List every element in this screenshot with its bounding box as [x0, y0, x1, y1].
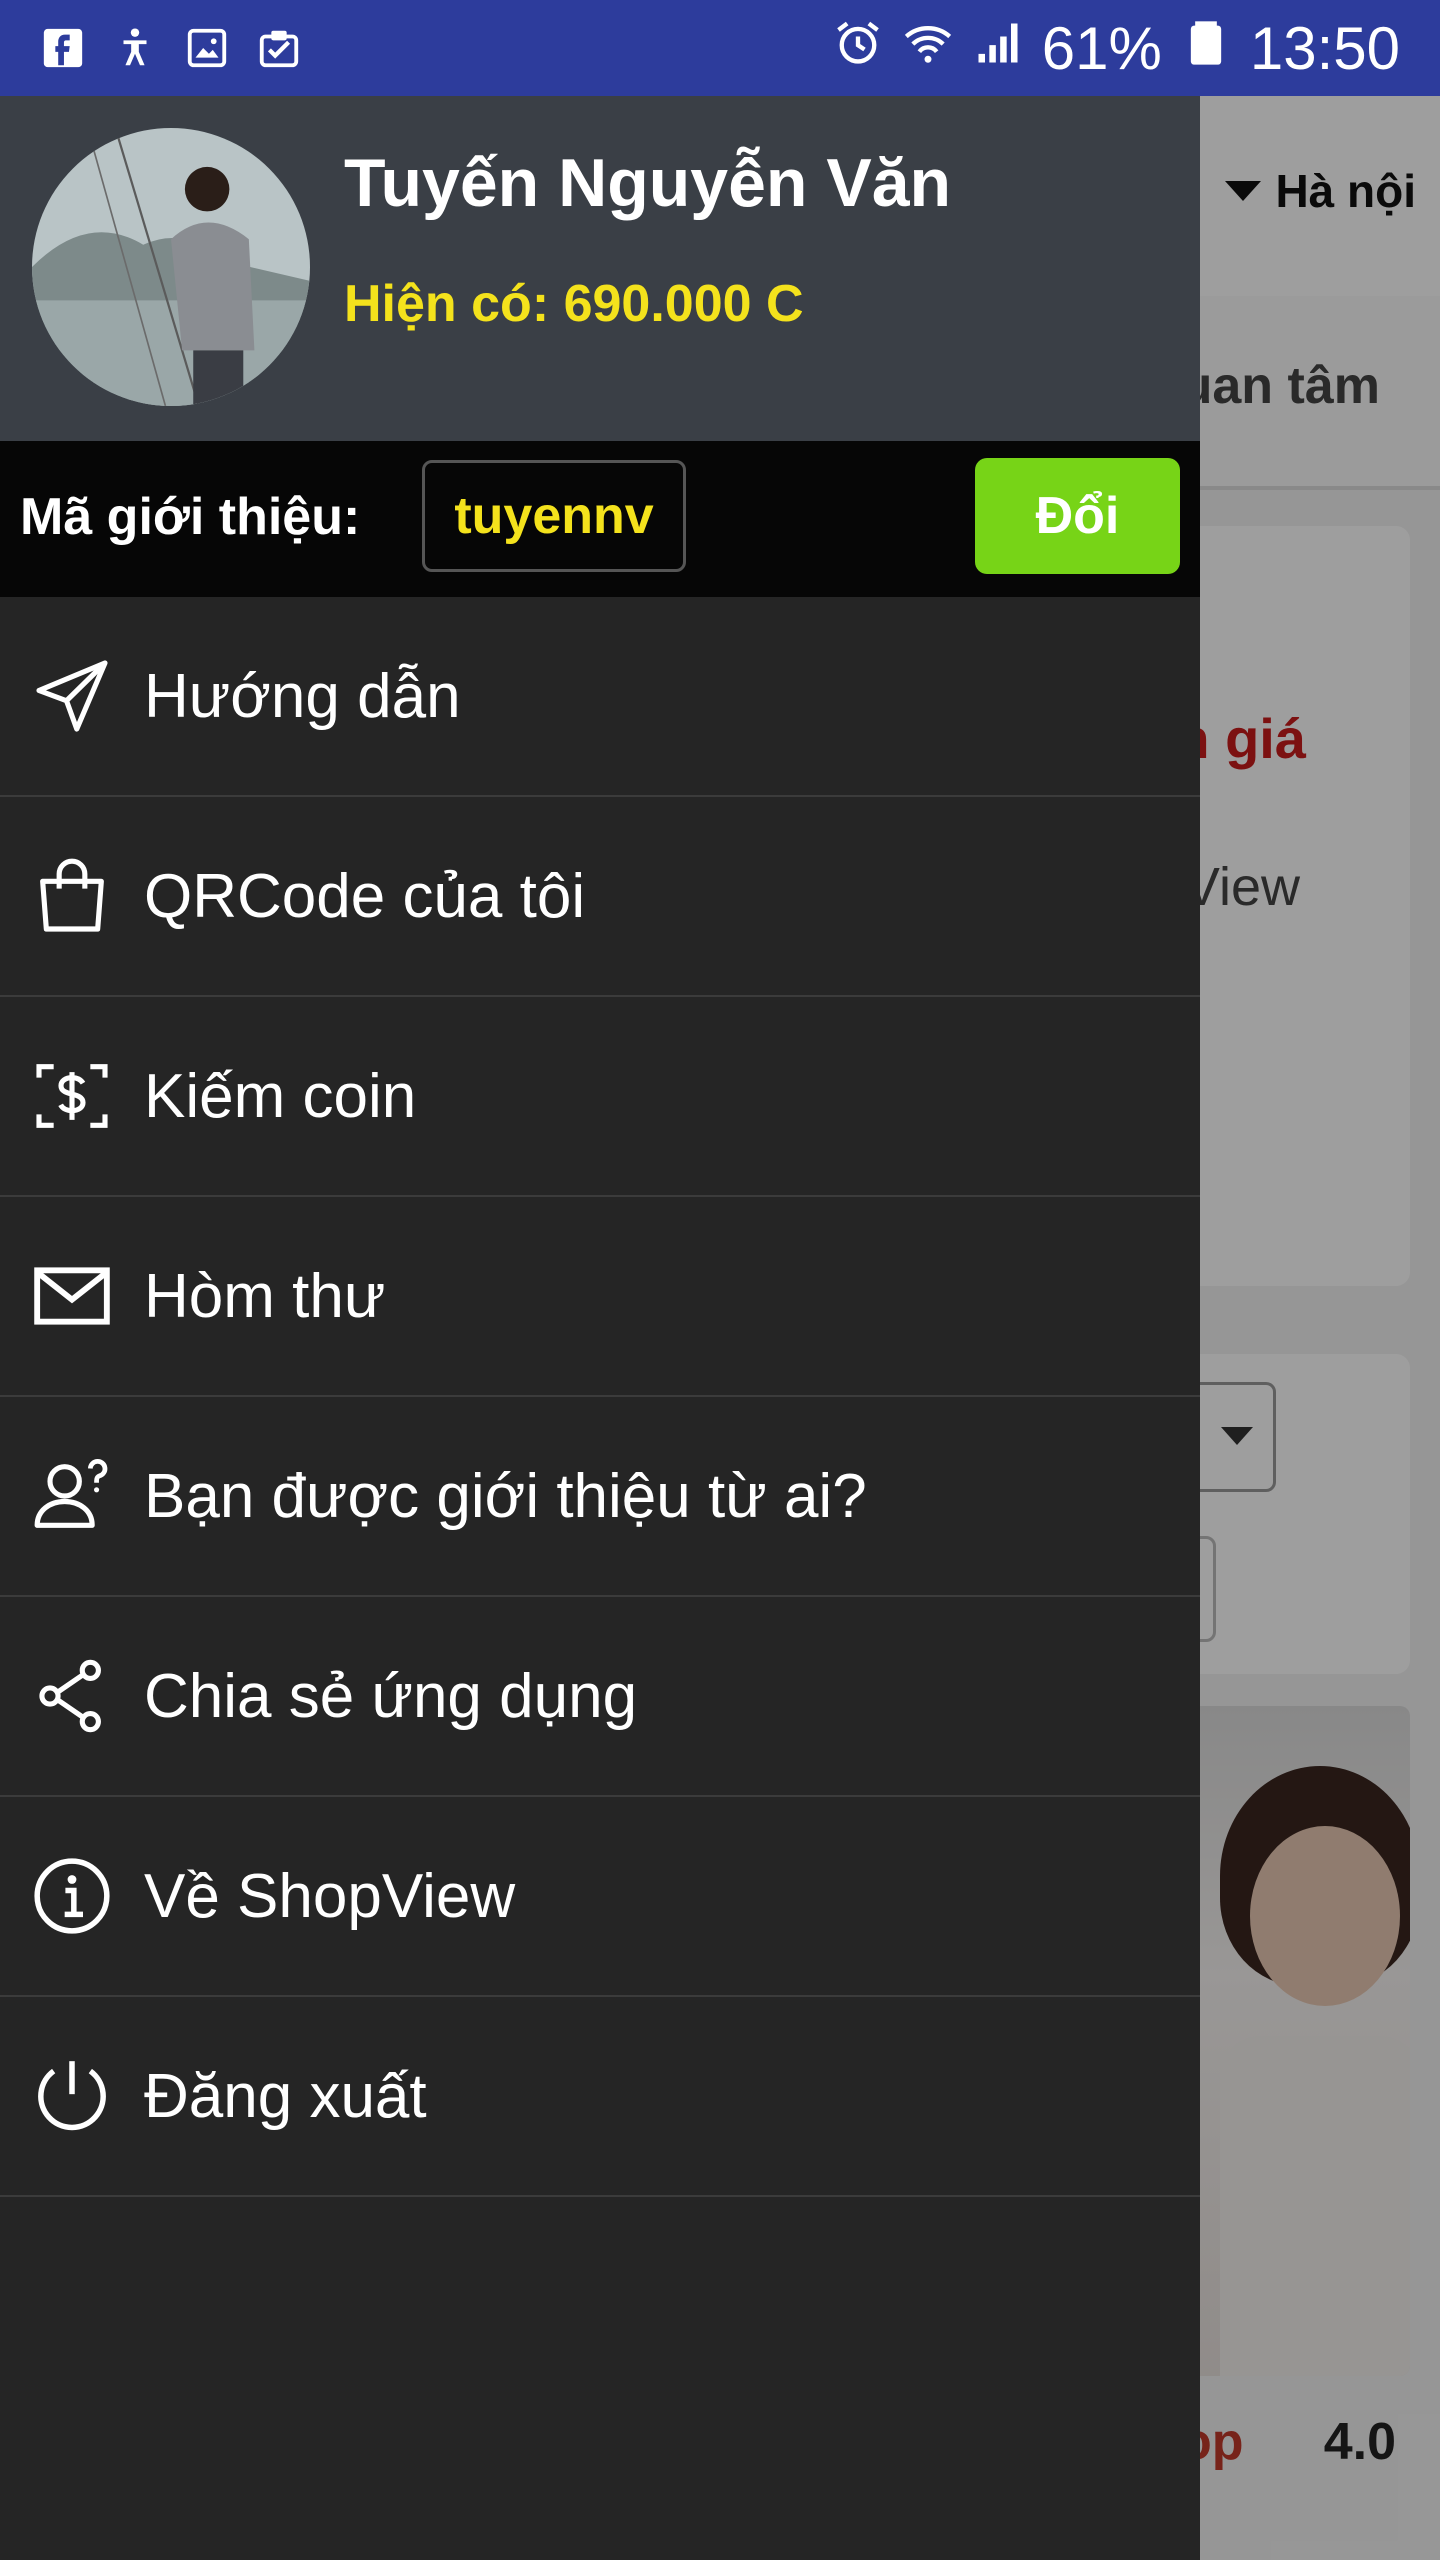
referral-row: Mã giới thiệu: tuyennv Đổi [0, 441, 1200, 597]
menu-item-guide[interactable]: Hướng dẫn [0, 597, 1200, 797]
menu-item-about[interactable]: Về ShopView [0, 1797, 1200, 1997]
navigation-drawer: Tuyến Nguyễn Văn Hiện có: 690.000 C Mã g… [0, 96, 1200, 2560]
referral-label: Mã giới thiệu: [20, 488, 361, 546]
menu-label: Chia sẻ ứng dụng [144, 1661, 638, 1731]
menu-label: QRCode của tôi [144, 861, 586, 931]
dollar-scan-icon [28, 1052, 116, 1140]
user-name: Tuyến Nguyễn Văn [344, 145, 952, 221]
menu-item-earn-coin[interactable]: Kiếm coin [0, 997, 1200, 1197]
facebook-icon [40, 25, 86, 71]
menu-item-referrer[interactable]: Bạn được giới thiệu từ ai? [0, 1397, 1200, 1597]
menu-label: Kiếm coin [144, 1061, 417, 1131]
accessibility-icon [112, 25, 158, 71]
menu-label: Đăng xuất [144, 2061, 427, 2131]
mail-icon [28, 1252, 116, 1340]
navigation-icon [28, 652, 116, 740]
clock: 13:50 [1249, 14, 1400, 82]
battery-percent: 61% [1041, 14, 1162, 82]
alarm-icon [832, 14, 884, 83]
drawer-menu: Hướng dẫn QRCode của tôi Kiếm coin Hòm t… [0, 597, 1200, 2197]
power-icon [28, 2052, 116, 2140]
shopping-bag-icon [28, 852, 116, 940]
menu-label: Về ShopView [144, 1861, 516, 1931]
referral-code[interactable]: tuyennv [422, 460, 686, 572]
signal-icon [972, 14, 1024, 83]
drawer-header: Tuyến Nguyễn Văn Hiện có: 690.000 C [0, 96, 1200, 441]
wifi-icon [902, 14, 954, 83]
clipboard-check-icon [256, 25, 302, 71]
avatar[interactable] [32, 128, 310, 406]
menu-label: Hòm thư [144, 1261, 386, 1331]
user-question-icon [28, 1452, 116, 1540]
share-icon [28, 1652, 116, 1740]
coin-balance: Hiện có: 690.000 C [344, 275, 804, 333]
menu-label: Hướng dẫn [144, 661, 461, 731]
info-icon [28, 1852, 116, 1940]
battery-icon [1180, 14, 1232, 83]
menu-item-logout[interactable]: Đăng xuất [0, 1997, 1200, 2197]
change-button[interactable]: Đổi [975, 458, 1180, 574]
menu-item-mailbox[interactable]: Hòm thư [0, 1197, 1200, 1397]
menu-label: Bạn được giới thiệu từ ai? [144, 1461, 867, 1531]
status-bar: 61% 13:50 [0, 0, 1440, 96]
menu-item-qrcode[interactable]: QRCode của tôi [0, 797, 1200, 997]
menu-item-share-app[interactable]: Chia sẻ ứng dụng [0, 1597, 1200, 1797]
image-icon [184, 25, 230, 71]
